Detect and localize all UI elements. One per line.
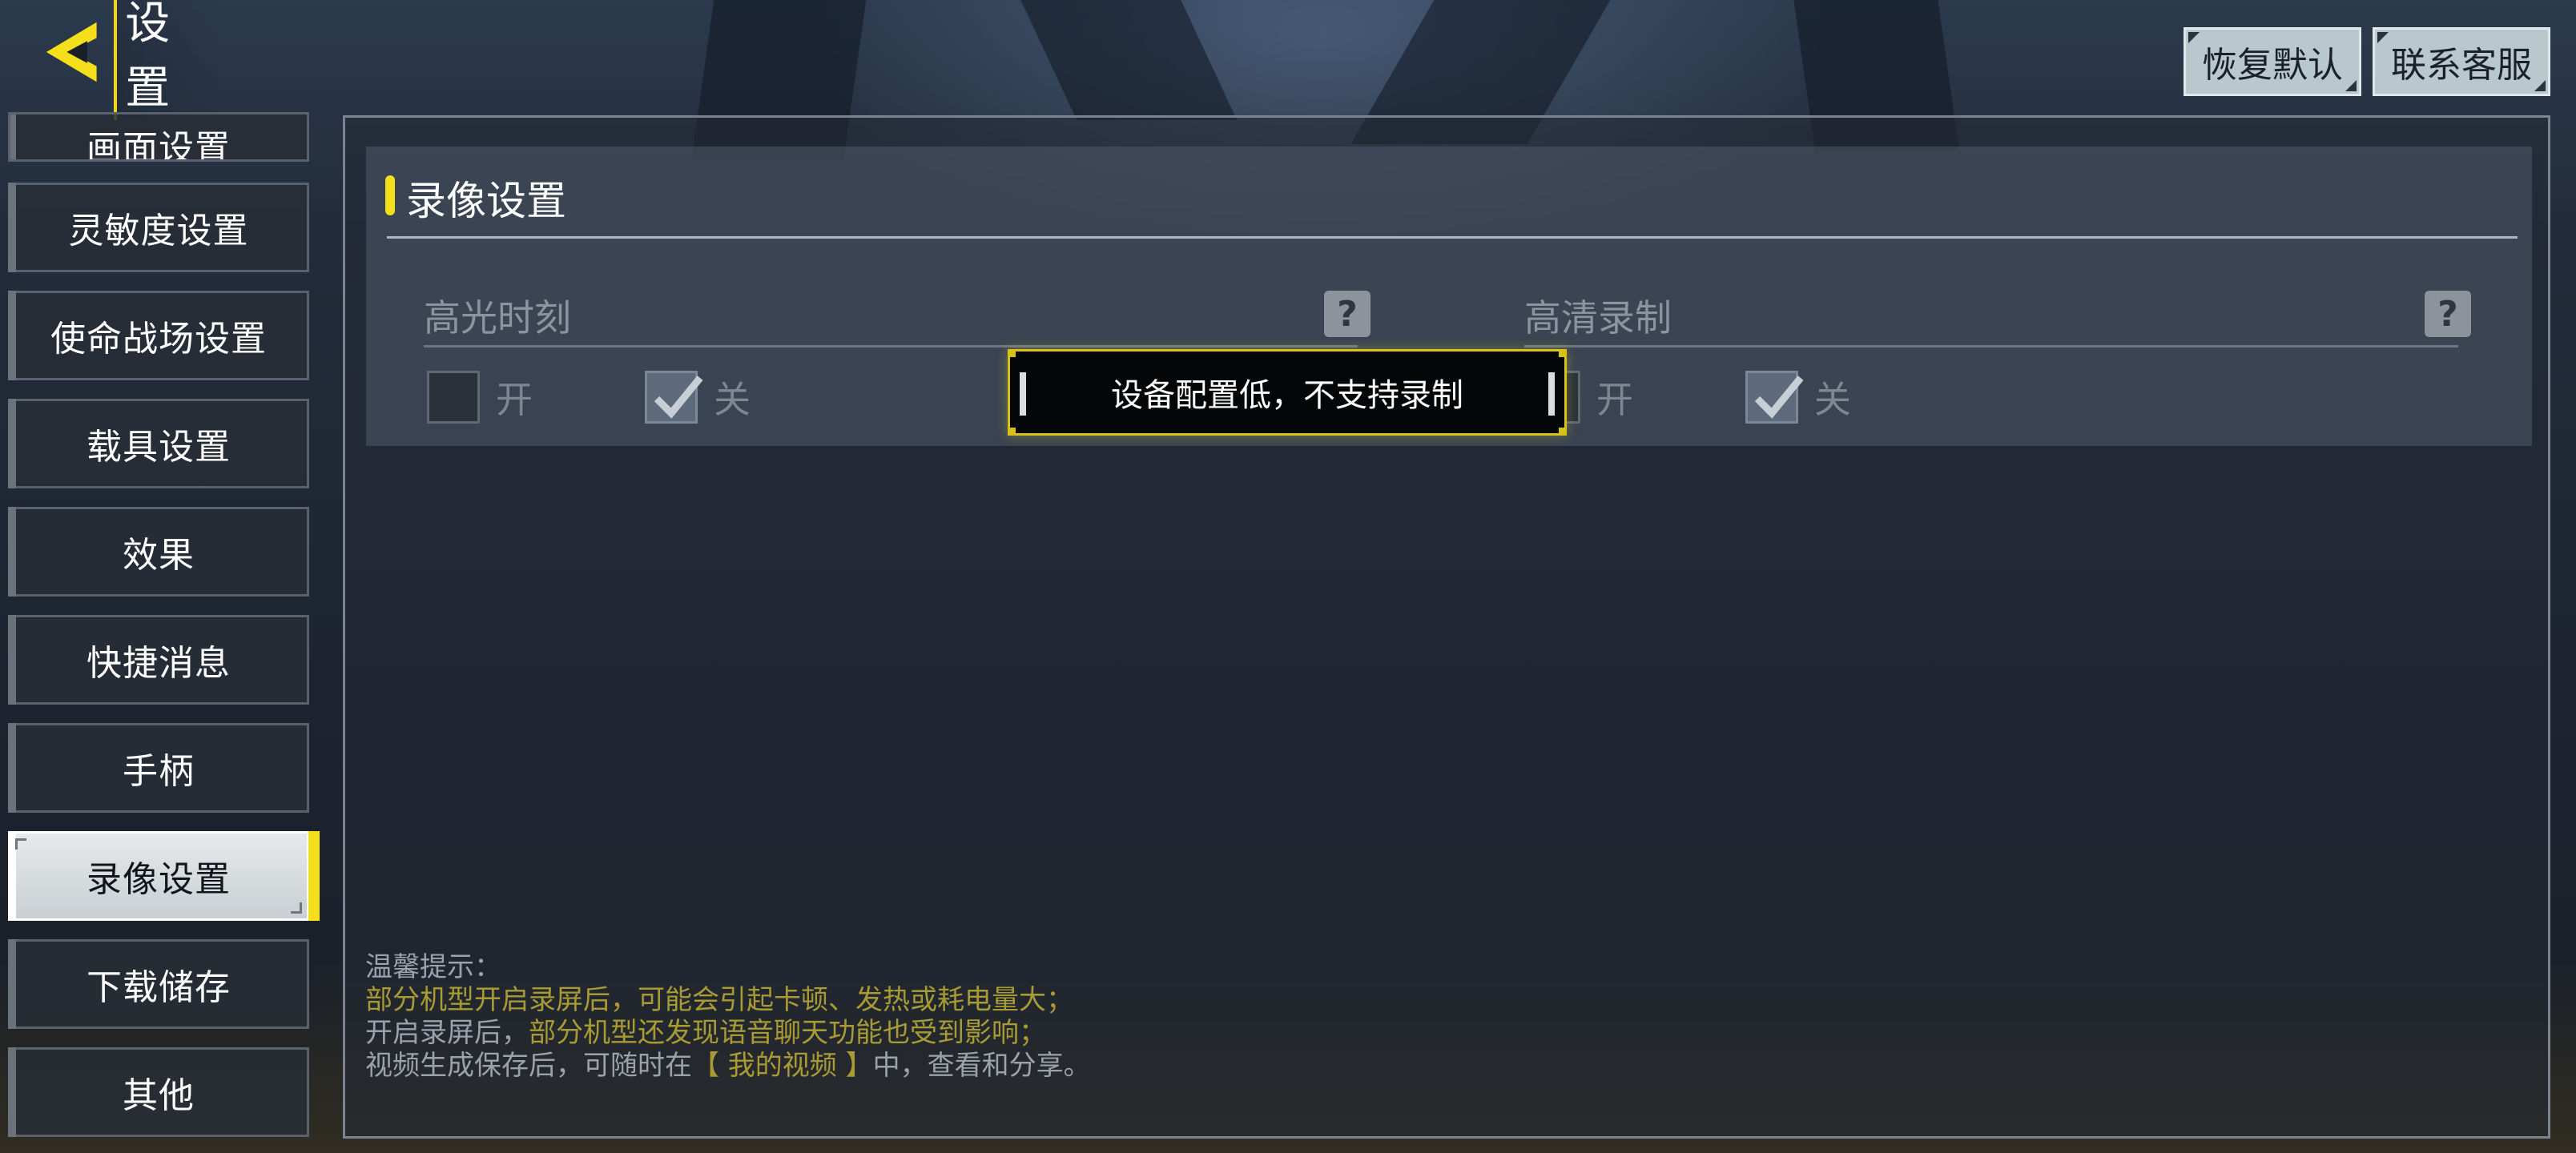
option-label: 高光时刻	[424, 296, 571, 339]
on-checkbox[interactable]	[427, 371, 480, 424]
tips: 温馨提示： 部分机型开启录屏后，可能会引起卡顿、发热或耗电量大； 开启录屏后，部…	[365, 951, 1091, 1083]
sidebar-item-label: 灵敏度设置	[68, 211, 249, 251]
tip-line-1: 部分机型开启录屏后，可能会引起卡顿、发热或耗电量大；	[365, 984, 1073, 1016]
sidebar-item-download-storage[interactable]: 下载储存	[8, 939, 309, 1029]
sidebar-item-effects[interactable]: 效果	[8, 507, 309, 597]
section-title: 录像设置	[406, 178, 566, 224]
sidebar-item-controller[interactable]: 手柄	[8, 723, 309, 813]
tip-line-3: 视频生成保存后，可随时在【 我的视频 】中，查看和分享。	[365, 1050, 1091, 1082]
sidebar-item-quick-messages[interactable]: 快捷消息	[8, 615, 309, 705]
on-label: 开	[1596, 378, 1633, 421]
sidebar-item-label: 画面设置	[87, 128, 231, 162]
checkmark-icon	[654, 376, 703, 419]
sidebar-item-label: 快捷消息	[87, 643, 231, 684]
sidebar-item-other[interactable]: 其他	[8, 1047, 309, 1137]
sidebar-item-label: 使命战场设置	[50, 319, 267, 360]
contact-support-button[interactable]: 联系客服	[2373, 27, 2550, 96]
sidebar-item-label: 手柄	[123, 751, 195, 792]
back-button[interactable]: 设置	[40, 0, 224, 120]
off-checkbox[interactable]	[645, 371, 703, 424]
toggle-group: 开 关	[427, 371, 863, 424]
toast-message: 设备配置低，不支持录制	[1008, 349, 1567, 436]
sidebar-item-label: 录像设置	[87, 859, 231, 900]
divider	[387, 236, 2518, 239]
on-label: 开	[496, 378, 533, 421]
sidebar: 画面设置 灵敏度设置 使命战场设置 载具设置 效果 快捷消息 手柄 录像设置 下…	[8, 112, 320, 1153]
toggle-group: 开 关	[1527, 371, 1963, 424]
tip-line-2: 开启录屏后，部分机型还发现语音聊天功能也受到影响；	[365, 1017, 1046, 1049]
sidebar-item-label: 载具设置	[87, 427, 231, 468]
section-accent-bar	[385, 175, 395, 215]
restore-default-button[interactable]: 恢复默认	[2184, 27, 2361, 96]
checkmark-icon	[1754, 376, 1804, 419]
off-checkbox[interactable]	[1745, 371, 1804, 424]
sidebar-item-label: 其他	[123, 1075, 195, 1116]
sidebar-item-graphics[interactable]: 画面设置	[8, 112, 309, 162]
option-label: 高清录制	[1524, 296, 1672, 339]
sidebar-item-sensitivity[interactable]: 灵敏度设置	[8, 183, 309, 272]
divider	[1524, 345, 2458, 348]
tips-title: 温馨提示：	[365, 951, 501, 983]
back-arrow-icon	[46, 22, 97, 82]
sidebar-item-vehicle[interactable]: 载具设置	[8, 399, 309, 488]
divider	[424, 345, 1358, 348]
off-label: 关	[714, 378, 751, 421]
help-icon[interactable]: ?	[2425, 291, 2471, 337]
off-label: 关	[1814, 378, 1851, 421]
sidebar-item-label: 下载储存	[87, 967, 231, 1008]
corner-decoration	[291, 902, 302, 914]
corner-decoration	[15, 838, 26, 850]
help-icon[interactable]: ?	[1324, 291, 1371, 337]
hd-recording-option: 高清录制 ? 开 关	[1487, 259, 2505, 430]
sidebar-item-label: 效果	[123, 535, 195, 576]
sidebar-item-battlefield[interactable]: 使命战场设置	[8, 291, 309, 380]
toast-text: 设备配置低，不支持录制	[1111, 377, 1463, 414]
sidebar-item-recording[interactable]: 录像设置	[8, 831, 320, 921]
page-title: 设置	[114, 0, 224, 120]
